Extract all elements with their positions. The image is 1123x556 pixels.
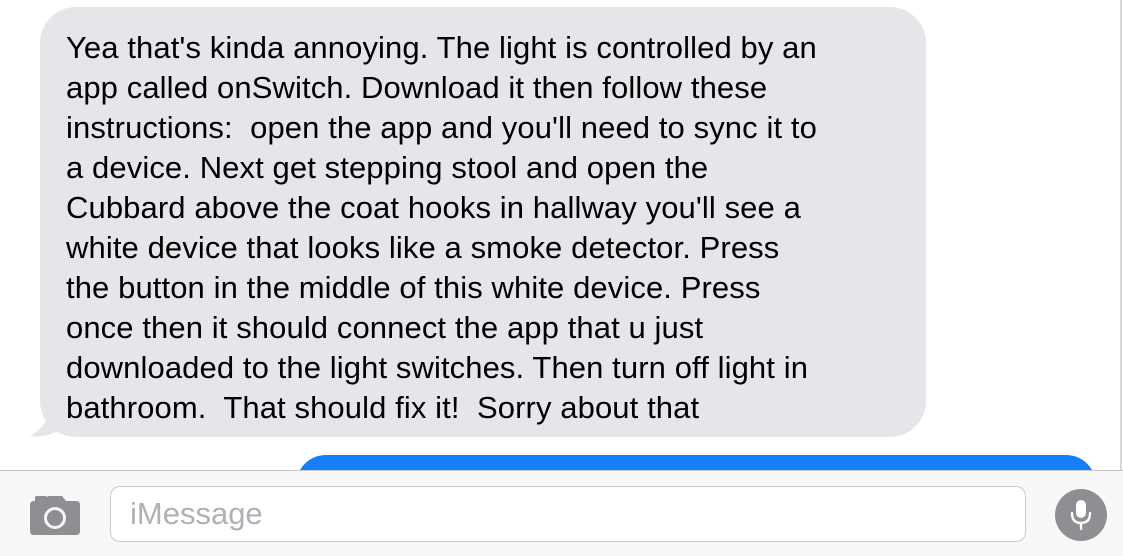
camera-button[interactable] [28, 493, 82, 537]
incoming-message-bubble[interactable]: Yea that's kinda annoying. The light is … [40, 7, 926, 437]
message-thread[interactable]: Yea that's kinda annoying. The light is … [0, 0, 1123, 470]
scroll-indicator [1120, 0, 1122, 470]
message-composer-bar [0, 470, 1123, 556]
outgoing-message-bubble[interactable] [296, 455, 1096, 470]
incoming-message-text: Yea that's kinda annoying. The light is … [66, 30, 817, 425]
microphone-icon [1070, 500, 1092, 531]
camera-icon [30, 496, 80, 535]
microphone-button[interactable] [1055, 489, 1107, 541]
imessage-field[interactable] [110, 486, 1026, 542]
imessage-input[interactable] [128, 495, 1025, 533]
